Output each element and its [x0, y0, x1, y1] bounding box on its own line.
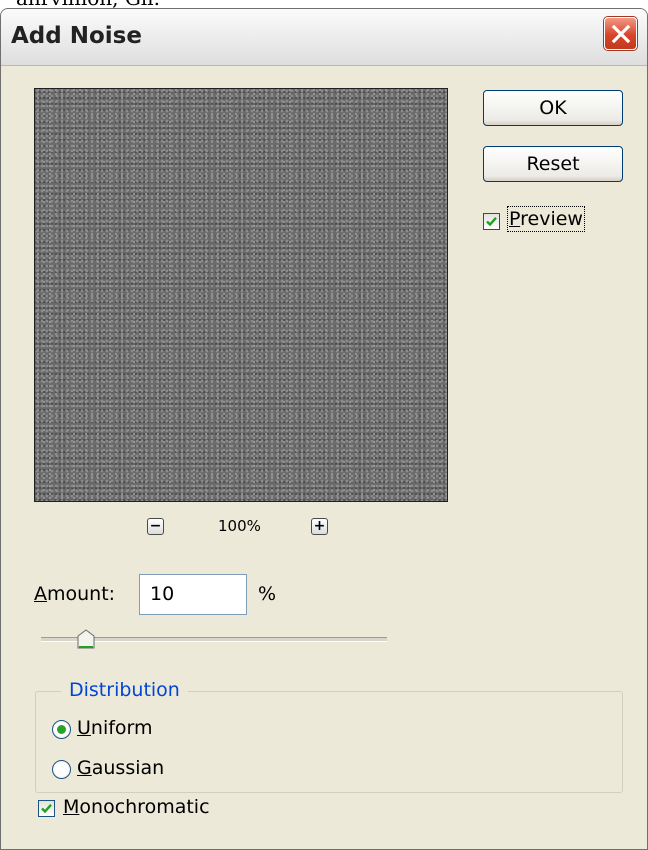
- checkmark-icon: [486, 216, 497, 227]
- uniform-label[interactable]: Uniform: [77, 717, 153, 739]
- ok-button[interactable]: OK: [483, 90, 623, 126]
- amount-input[interactable]: 10: [139, 574, 247, 615]
- gaussian-radio[interactable]: [52, 760, 71, 779]
- close-icon: [611, 24, 631, 44]
- distribution-legend: Distribution: [61, 679, 188, 701]
- amount-unit: %: [258, 583, 277, 605]
- checkmark-icon: [41, 803, 52, 814]
- zoom-level: 100%: [218, 517, 261, 535]
- radio-selected-dot: [57, 725, 66, 734]
- close-button[interactable]: [604, 17, 637, 50]
- amount-label: Amount:: [34, 583, 116, 605]
- monochromatic-label[interactable]: Monochromatic: [63, 796, 210, 818]
- preview-label[interactable]: Preview: [507, 206, 585, 232]
- title-bar[interactable]: Add Noise: [1, 9, 647, 66]
- noise-preview[interactable]: [34, 88, 448, 502]
- zoom-in-button[interactable]: +: [311, 518, 328, 535]
- reset-button[interactable]: Reset: [483, 146, 623, 182]
- dialog-title: Add Noise: [11, 23, 142, 49]
- zoom-out-button[interactable]: −: [147, 518, 164, 535]
- uniform-radio[interactable]: [52, 720, 71, 739]
- slider-thumb-icon[interactable]: [77, 629, 95, 649]
- monochromatic-checkbox[interactable]: [38, 800, 55, 817]
- preview-checkbox[interactable]: [483, 213, 500, 230]
- gaussian-label[interactable]: Gaussian: [77, 757, 164, 779]
- add-noise-dialog: Add Noise OK Reset Preview − 100% + Amou…: [0, 8, 648, 850]
